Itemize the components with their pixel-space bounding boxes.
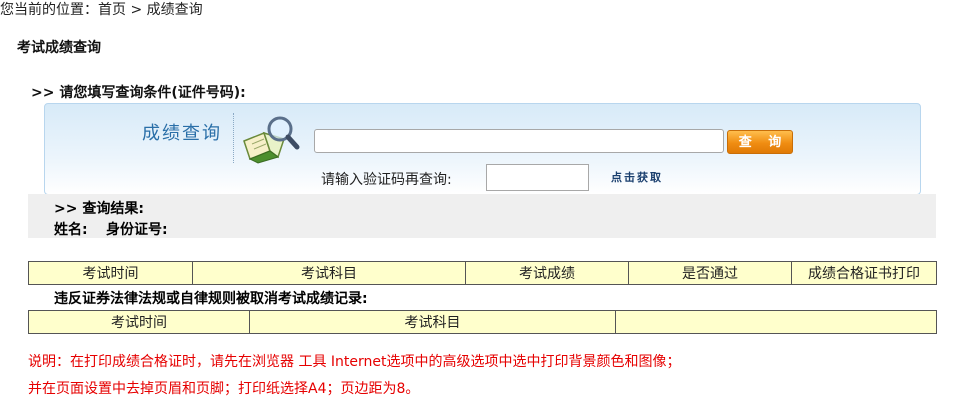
table-header-row: 考试时间 考试科目 考试成绩 是否通过 成绩合格证书打印 <box>28 261 937 285</box>
book-magnifier-icon <box>240 111 302 165</box>
get-captcha-link[interactable]: 点击获取 <box>611 169 663 185</box>
table-header-cell: 考试科目 <box>249 310 616 334</box>
breadcrumb-separator: > <box>126 2 147 18</box>
table-header-row: 考试时间 考试科目 <box>28 310 937 334</box>
id-number-label: 身份证号: <box>106 222 168 238</box>
table-header-cell: 考试成绩 <box>465 261 629 285</box>
panel-title: 成绩查询 <box>142 123 222 144</box>
breadcrumb-home-link[interactable]: 首页 <box>98 2 126 18</box>
table-header-cell: 成绩合格证书打印 <box>791 261 937 285</box>
revoked-records-title: 违反证券法律法规或自律规则被取消考试成绩记录: <box>54 291 368 307</box>
scores-table: 考试时间 考试科目 考试成绩 是否通过 成绩合格证书打印 <box>28 261 937 285</box>
certificate-number-input[interactable] <box>314 129 724 153</box>
breadcrumb: 您当前的位置：首页 > 成绩查询 <box>0 0 203 20</box>
query-button[interactable]: 查 询 <box>727 130 793 154</box>
table-header-cell <box>615 310 937 334</box>
breadcrumb-prefix: 您当前的位置： <box>0 2 98 18</box>
table-header-cell: 考试科目 <box>192 261 466 285</box>
captcha-input[interactable] <box>486 164 589 191</box>
query-condition-title: >> 请您填写查询条件(证件号码): <box>31 85 246 101</box>
panel-divider <box>233 113 234 163</box>
result-title: >> 查询结果: <box>54 201 144 217</box>
print-note-line-1: 说明：在打印成绩合格证时，请先在浏览器 工具 Internet选项中的高级选项中… <box>28 354 681 370</box>
table-header-cell: 是否通过 <box>628 261 792 285</box>
print-note-line-2: 并在页面设置中去掉页眉和页脚；打印纸选择A4；页边距为8。 <box>28 381 420 397</box>
table-header-cell: 考试时间 <box>28 310 250 334</box>
page-title: 考试成绩查询 <box>17 40 101 56</box>
revoked-records-table: 考试时间 考试科目 <box>28 310 937 334</box>
captcha-label: 请输入验证码再查询: <box>321 172 452 188</box>
table-header-cell: 考试时间 <box>28 261 193 285</box>
breadcrumb-current: 成绩查询 <box>146 2 203 18</box>
name-label: 姓名: <box>54 222 88 238</box>
